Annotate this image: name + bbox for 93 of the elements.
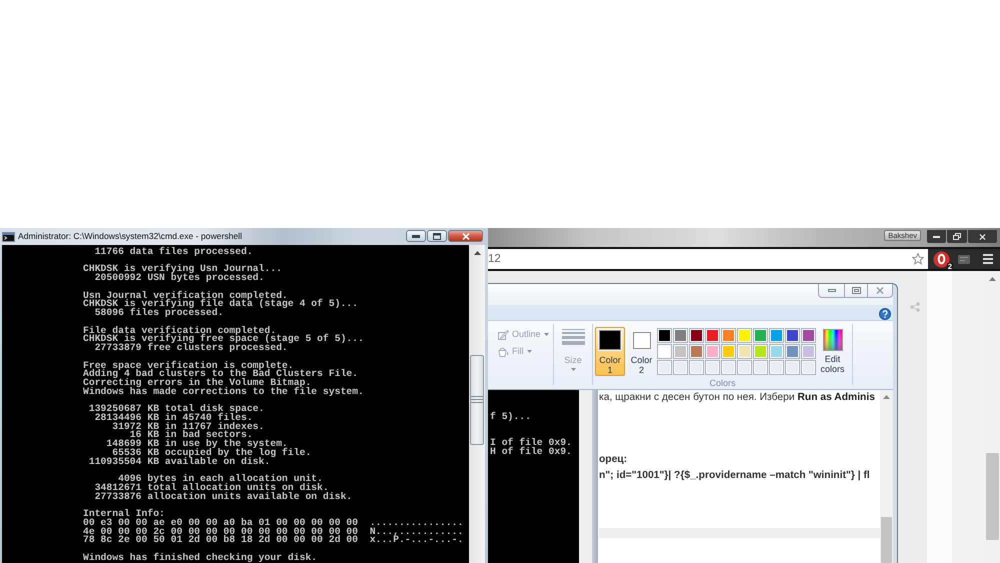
console-line: Correcting errors in the Volume Bitmap. (83, 379, 312, 388)
scrollbar-thumb[interactable] (881, 517, 892, 563)
line-width-icon (562, 329, 584, 345)
palette-swatch[interactable] (657, 328, 672, 343)
card-icon[interactable] (958, 254, 970, 264)
console-line: Windows has made corrections to the file system. (83, 388, 365, 396)
scroll-up-arrow-icon[interactable] (989, 277, 996, 281)
palette-swatch[interactable] (785, 328, 800, 343)
close-icon (876, 287, 884, 294)
color-slot-button[interactable]: Color 2 (628, 327, 655, 376)
palette-swatch[interactable] (657, 344, 672, 359)
console-line: 148699 KB in use by the system. (105, 440, 288, 449)
palette-swatch[interactable] (689, 344, 704, 359)
console-line: I of file 0x9. (490, 438, 573, 448)
console-line: 78 8c 2e 00 50 01 2d 00 b8 18 2d 00 00 00 2d 00 x...P.-...-...-. (83, 536, 464, 545)
star-icon[interactable] (912, 253, 924, 265)
console-line: 11766 data files processed. (94, 248, 254, 257)
maximize-icon (433, 232, 441, 240)
palette-swatch[interactable] (721, 328, 736, 343)
minimize-icon (933, 236, 940, 238)
palette-swatch[interactable] (705, 328, 720, 343)
restore-button[interactable] (947, 230, 967, 243)
console-line: 31972 KB in 11767 indexes. (111, 422, 266, 432)
heading-text: орец: (599, 453, 628, 467)
console-line: 16 KB in bad sectors. (130, 431, 253, 440)
color-spectrum-icon (822, 329, 842, 351)
scrollbar-thumb[interactable] (986, 453, 999, 540)
minimize-button[interactable] (406, 230, 426, 242)
console-icon (2, 232, 15, 242)
code-text: n"; id="1001"}| ?{$_.providername –match "wininit"} | fl (599, 469, 871, 483)
close-icon (462, 232, 470, 240)
palette-swatch[interactable] (689, 328, 704, 343)
caret-icon (544, 332, 549, 336)
console-line: 20500992 USN bytes processed. (94, 274, 266, 283)
pencil-icon (498, 328, 509, 340)
palette-swatch[interactable] (753, 344, 768, 359)
console-line: 27733876 allocation units available on disk. (94, 492, 354, 502)
minimize-icon (828, 289, 836, 292)
caret-icon (526, 350, 532, 352)
color-slot-button[interactable]: Color 1 (595, 327, 625, 376)
console-line: 110935504 KB available on disk. (88, 458, 270, 466)
bucket-icon (498, 346, 509, 356)
console-line: 00 e3 00 00 ae e0 00 00 a0 ba 01 00 00 00 00 00 ................ (83, 518, 464, 528)
console-line: f 5)... (490, 412, 532, 422)
caret-icon (570, 368, 576, 371)
console-line: Free space verification is complete. (83, 362, 294, 370)
console-line: Windows has finished checking your disk. (83, 554, 318, 562)
maximize-icon (852, 287, 860, 294)
console-line: 34812671 total allocation units on disk. (94, 484, 329, 493)
console-line: CHKDSK is verifying Usn Journal... (83, 265, 283, 274)
console-line: 58096 files processed. (94, 309, 224, 318)
console-line: CHKDSK is verifying free space (stage 5 of 5)... (83, 335, 365, 344)
close-button[interactable] (448, 230, 483, 242)
console-line: Internal Info: (83, 510, 166, 519)
palette-swatch[interactable] (737, 328, 752, 343)
scroll-up-arrow-icon[interactable] (474, 251, 480, 255)
console-line: 4096 bytes in each allocation unit. (118, 475, 323, 484)
minimize-button[interactable] (818, 284, 845, 298)
palette-swatch[interactable] (753, 328, 768, 343)
close-button[interactable] (968, 230, 997, 243)
console-line: 28134496 KB in 45740 files. (94, 414, 253, 423)
share-icon[interactable] (910, 302, 920, 312)
console-line: 65536 KB occupied by the log file. (112, 448, 312, 458)
scrollbar-thumb[interactable] (470, 355, 484, 445)
restore-icon (953, 233, 961, 240)
palette-swatch[interactable] (705, 344, 720, 359)
maximize-button[interactable] (845, 284, 868, 298)
palette-swatch[interactable] (801, 328, 816, 343)
close-icon (979, 234, 986, 240)
menu-icon[interactable] (983, 254, 993, 264)
palette-swatch[interactable] (721, 344, 736, 359)
console-line: 27733879 free clusters processed. (94, 344, 288, 353)
palette-swatch[interactable] (801, 344, 816, 359)
console-line: H of file 0x9. (490, 448, 573, 456)
help-icon[interactable] (879, 308, 891, 320)
extension-icon[interactable] (933, 250, 950, 268)
edit-colors-button[interactable]: Edit colors (819, 327, 846, 374)
console-line: 4e 00 00 00 2c 00 00 00 00 00 00 00 00 00 00 00 N...,........... (83, 528, 464, 536)
palette-swatch[interactable] (737, 344, 752, 359)
console-line: 139250687 KB total disk space. (88, 405, 266, 414)
window-title: Administrator: C:\Windows\system32\cmd.exe - powershell (18, 231, 243, 242)
maximize-button[interactable] (427, 230, 447, 242)
palette-swatch[interactable] (785, 344, 800, 359)
minimize-icon (412, 234, 420, 238)
address-field[interactable]: 12 (487, 249, 928, 269)
palette-swatch[interactable] (769, 344, 784, 359)
ribbon-group-label: Colors (709, 378, 736, 389)
palette-swatch[interactable] (769, 328, 784, 343)
console-line: Adding 4 bad clusters to the Bad Clusters File. (83, 370, 359, 380)
palette-swatch[interactable] (673, 344, 688, 359)
minimize-button[interactable] (927, 230, 946, 243)
paragraph-text: ка, щракни с десен бутон по нея. Избери Run as Adminis (599, 391, 876, 405)
palette-swatch[interactable] (673, 328, 688, 343)
